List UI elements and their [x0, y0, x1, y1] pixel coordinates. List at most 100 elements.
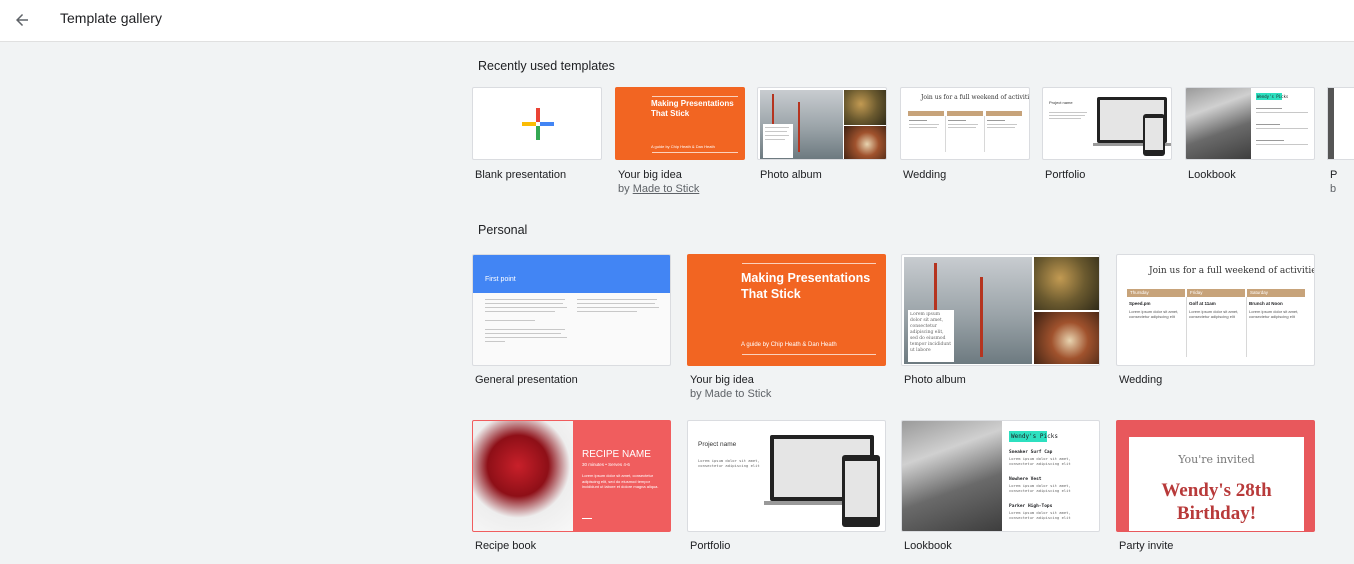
template-card-party-invite[interactable]: You're invited Wendy's 28th Birthday! Pa… [1116, 420, 1315, 560]
template-thumbnail[interactable]: Join us for a full weekend of activities… [1116, 254, 1315, 366]
text-line [948, 124, 978, 125]
template-thumbnail[interactable]: Project name Lorem ipsum dolor sit amet,… [687, 420, 886, 532]
template-name: Your big idea [690, 374, 754, 386]
text-line [909, 127, 937, 128]
template-card-partial[interactable]: P b [1327, 87, 1354, 197]
template-thumbnail[interactable]: First point [472, 254, 671, 366]
day-header [908, 111, 944, 116]
text-line [577, 307, 659, 308]
photo-food [1034, 312, 1099, 364]
template-card-blank-presentation[interactable]: Blank presentation [472, 87, 602, 197]
template-card-photo-album[interactable]: Photo album [757, 87, 887, 197]
template-name: Your big idea [618, 169, 682, 181]
template-card-wedding[interactable]: Join us for a full weekend of activities… [900, 87, 1030, 197]
text-line [987, 124, 1017, 125]
day-label: Saturday [1250, 290, 1269, 295]
text-line [1256, 144, 1308, 145]
text-line [1256, 140, 1284, 141]
template-card-your-big-idea-large[interactable]: Making Presentations That Stick A guide … [687, 254, 886, 404]
template-name: P [1330, 169, 1338, 181]
template-thumbnail[interactable]: Join us for a full weekend of activities… [900, 87, 1030, 160]
template-name: Wedding [903, 169, 947, 181]
event-text: Lorem ipsum dolor sit amet, consectetur … [1249, 309, 1299, 319]
thumb-title: First point [485, 276, 516, 283]
arrow-back-icon [16, 14, 28, 26]
blue-header [473, 255, 670, 293]
photo-caption-box [763, 124, 793, 158]
text-line [485, 303, 563, 304]
text-line [1049, 112, 1087, 113]
template-name: Portfolio [690, 540, 731, 552]
item-title: Parker High-Tops [1009, 504, 1053, 509]
template-thumbnail[interactable]: Project name [1042, 87, 1172, 160]
event-title: Golf at 11am [1189, 301, 1216, 306]
template-name: Recipe book [475, 540, 537, 552]
template-thumbnail[interactable]: RECIPE NAME 30 minutes • Serves 4-6 Lore… [472, 420, 671, 532]
event-title: Brunch at Noon [1249, 301, 1283, 306]
divider [652, 152, 738, 153]
template-card-portfolio-large[interactable]: Project name Lorem ipsum dolor sit amet,… [687, 420, 886, 560]
template-thumbnail[interactable]: Wendy's Picks [1185, 87, 1315, 160]
template-card-portfolio[interactable]: Project name Portfolio [1042, 87, 1172, 197]
template-thumbnail[interactable]: Lorem ipsum dolor sit amet, consectetur … [901, 254, 1100, 366]
column-divider [945, 116, 946, 152]
photo-skate [902, 421, 1002, 531]
section-title-personal: Personal [478, 223, 528, 237]
text-line [577, 299, 657, 300]
template-name: Blank presentation [475, 169, 567, 181]
text-line [765, 127, 789, 128]
recipe-meta: 30 minutes • Serves 4-6 [582, 462, 630, 467]
back-button[interactable] [6, 4, 38, 36]
photo-caption-box: Lorem ipsum dolor sit amet, consectetur … [908, 310, 954, 362]
text-line [909, 124, 939, 125]
text-line [1256, 128, 1308, 129]
day-header: Friday [1187, 289, 1245, 297]
template-card-recipe-book[interactable]: RECIPE NAME 30 minutes • Serves 4-6 Lore… [472, 420, 671, 560]
template-card-wedding-large[interactable]: Join us for a full weekend of activities… [1116, 254, 1315, 394]
bridge-tower [798, 102, 800, 152]
column-divider [1186, 297, 1187, 357]
photo-food [844, 126, 886, 159]
template-card-general-presentation[interactable]: First point General presentation [472, 254, 671, 394]
day-header [947, 111, 983, 116]
invite-subtitle: You're invited [1178, 453, 1255, 466]
text-line [1049, 115, 1085, 116]
template-thumbnail[interactable]: Wendy's Picks Sneaker Surf Cap Lorem ips… [901, 420, 1100, 532]
text-line [987, 127, 1015, 128]
text-line [1256, 112, 1308, 113]
divider [742, 263, 876, 264]
top-bar: Template gallery [0, 0, 1354, 42]
template-card-lookbook[interactable]: Wendy's Picks Lookbook [1185, 87, 1315, 197]
text-line [485, 333, 561, 334]
template-name: Lookbook [1188, 169, 1236, 181]
template-thumbnail[interactable]: Making Presentations That Stick A guide … [615, 87, 745, 160]
event-text: Lorem ipsum dolor sit amet, consectetur … [1189, 309, 1239, 319]
thumb-heading: Project name [1049, 100, 1073, 105]
author-link[interactable]: Made to Stick [633, 183, 700, 195]
column-divider [984, 116, 985, 152]
text-line [765, 135, 789, 136]
photo-strip [1328, 88, 1334, 159]
template-card-photo-album-large[interactable]: Lorem ipsum dolor sit amet, consectetur … [901, 254, 1100, 394]
item-text: Lorem ipsum dolor sit amet, consectetur … [1009, 456, 1071, 466]
template-card-your-big-idea[interactable]: Making Presentations That Stick A guide … [615, 87, 745, 197]
page-title: Template gallery [60, 10, 162, 26]
divider [652, 96, 738, 97]
template-name: Party invite [1119, 540, 1174, 552]
text-line [485, 320, 535, 321]
plus-icon [522, 108, 554, 140]
item-text: Lorem ipsum dolor sit amet, consectetur … [1009, 483, 1071, 493]
photo-raspberries [473, 421, 573, 531]
thumb-title: Making Presentations That Stick [741, 271, 871, 301]
photo-leaves [1034, 257, 1099, 310]
template-thumbnail[interactable] [757, 87, 887, 160]
divider [582, 518, 592, 519]
template-thumbnail[interactable] [472, 87, 602, 160]
template-thumbnail[interactable]: You're invited Wendy's 28th Birthday! [1116, 420, 1315, 532]
day-header: Saturday [1247, 289, 1305, 297]
template-thumbnail[interactable] [1327, 87, 1354, 160]
template-card-lookbook-large[interactable]: Wendy's Picks Sneaker Surf Cap Lorem ips… [901, 420, 1100, 560]
text-line [1049, 118, 1081, 119]
template-thumbnail[interactable]: Making Presentations That Stick A guide … [687, 254, 886, 366]
text-line [485, 307, 567, 308]
